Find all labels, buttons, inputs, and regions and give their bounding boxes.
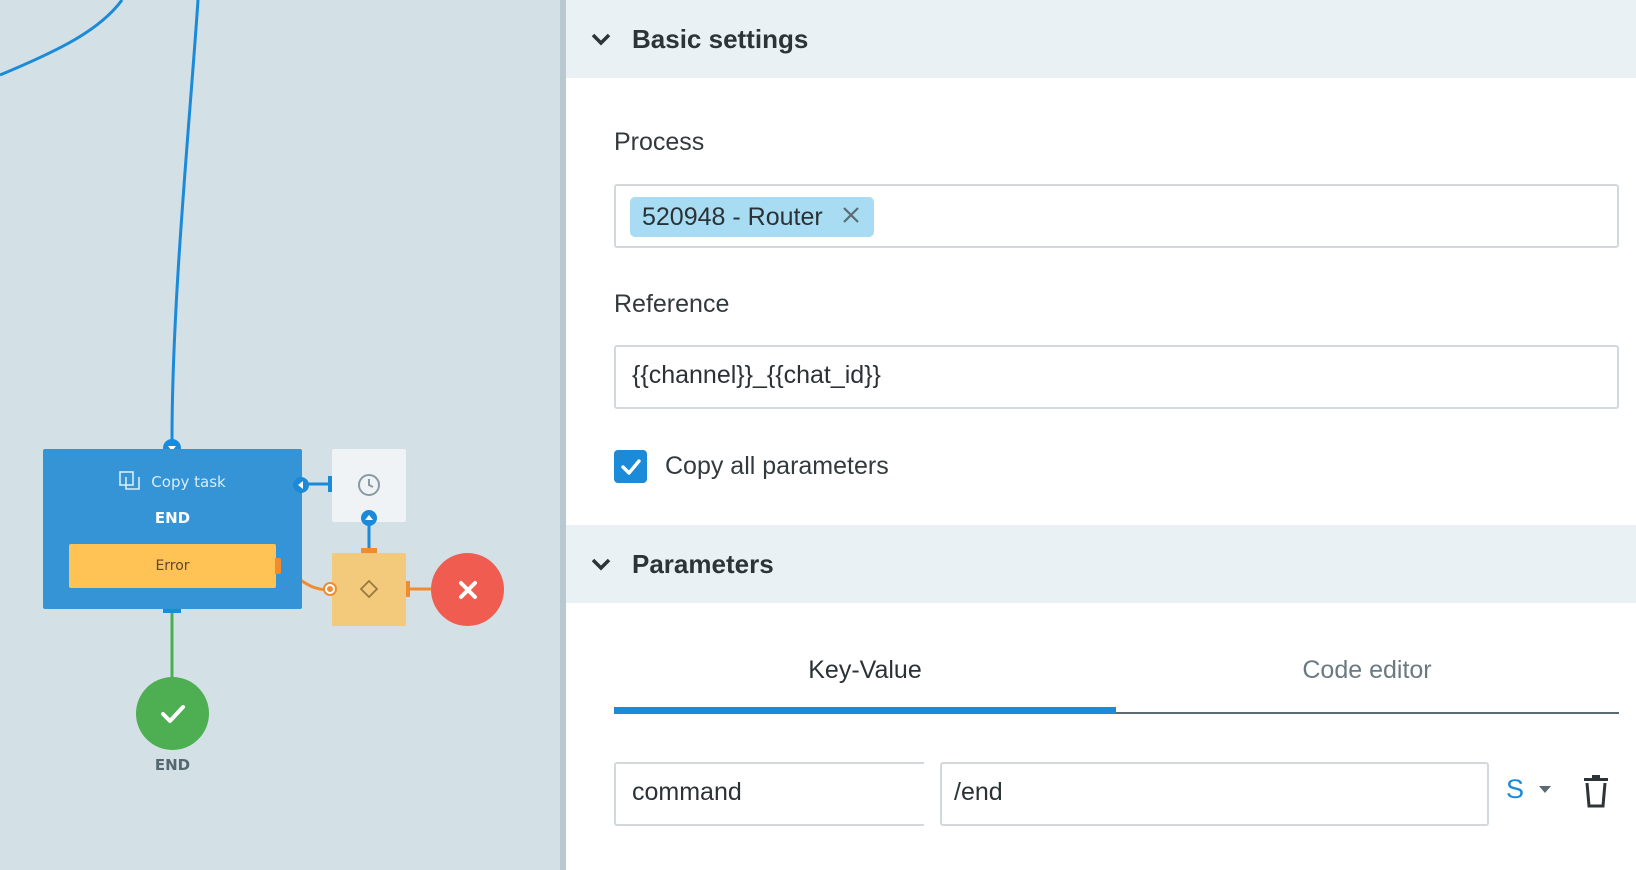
copy-task-node-subtitle: END [154, 509, 191, 527]
trash-icon [1584, 775, 1608, 808]
active-tab-indicator [614, 707, 1116, 714]
stop-node[interactable] [431, 553, 504, 626]
parameters-title: Parameters [632, 548, 774, 579]
end-node-label: END [154, 756, 191, 774]
process-field[interactable]: 520948 - Router [614, 184, 1619, 248]
reference-value: {{channel}}_{{chat_id}} [632, 361, 881, 389]
chevron-down-icon [591, 33, 611, 46]
connection-wires [0, 0, 431, 677]
tab-code-editor[interactable]: Code editor [1116, 640, 1618, 712]
error-port[interactable] [275, 558, 281, 574]
copy-task-node[interactable]: Copy task END Error [43, 449, 302, 609]
basic-settings-header[interactable]: Basic settings [566, 0, 1636, 78]
gate-input-port-icon[interactable] [322, 581, 338, 597]
parameter-key-input[interactable]: command [614, 762, 924, 826]
copy-task-node-title: Copy task [43, 471, 302, 495]
gate-port-icon[interactable] [360, 509, 378, 527]
tab-key-value[interactable]: Key-Value [614, 640, 1116, 712]
process-tag-label: 520948 - Router [642, 202, 823, 231]
delete-parameter-button[interactable] [1582, 774, 1610, 812]
diamond-icon [359, 579, 379, 599]
parameters-header[interactable]: Parameters [566, 525, 1636, 603]
copy-all-parameters-row[interactable]: Copy all parameters [614, 450, 889, 483]
end-node[interactable] [136, 677, 209, 750]
parameter-type-select[interactable]: S [1506, 774, 1552, 805]
check-icon [160, 704, 185, 723]
parameter-value-input[interactable]: /end [940, 762, 1489, 826]
remove-tag-icon[interactable] [841, 203, 861, 232]
basic-settings-title: Basic settings [632, 23, 809, 54]
copy-icon [119, 471, 141, 495]
checkmark-icon [620, 458, 641, 475]
parameter-row: command /end S [614, 762, 1636, 826]
process-canvas[interactable]: Copy task END Error END [0, 0, 560, 870]
parameter-key-value: command [632, 778, 742, 806]
close-icon [458, 580, 477, 599]
caret-down-icon [1539, 786, 1552, 793]
parameter-type-value: S [1506, 774, 1525, 804]
parameters-tabs: Key-Value Code editor [614, 640, 1619, 714]
timer-port-icon[interactable] [292, 476, 310, 494]
process-tag: 520948 - Router [630, 197, 874, 237]
copy-all-parameters-label: Copy all parameters [665, 452, 889, 480]
chevron-down-icon [591, 558, 611, 571]
clock-icon [358, 474, 380, 496]
settings-panel: Basic settings Process 520948 - Router R… [566, 0, 1636, 870]
reference-input[interactable]: {{channel}}_{{chat_id}} [614, 345, 1619, 409]
copy-all-parameters-checkbox[interactable] [614, 450, 647, 483]
parameter-value-value: /end [954, 778, 1003, 806]
condition-node[interactable] [332, 553, 406, 626]
error-branch[interactable]: Error [69, 544, 276, 588]
reference-label: Reference [614, 290, 730, 318]
process-label: Process [614, 128, 705, 156]
